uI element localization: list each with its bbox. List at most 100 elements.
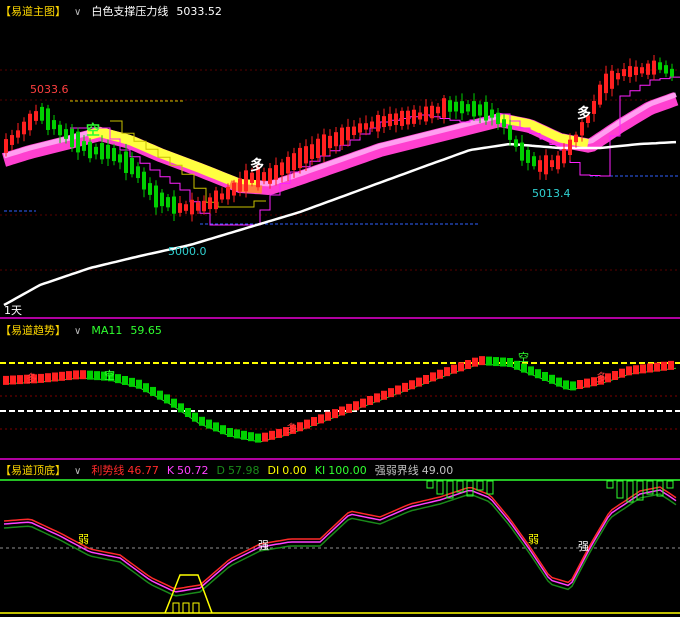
trend-bar xyxy=(17,375,23,385)
candle-body xyxy=(220,193,224,200)
trend-bar xyxy=(577,380,583,389)
candle-body xyxy=(316,138,320,159)
candle-body xyxy=(646,63,650,75)
trend-bar xyxy=(549,374,555,384)
k-line xyxy=(3,489,677,593)
trend-bar xyxy=(73,370,79,380)
trend-bar xyxy=(269,430,275,440)
candle-body xyxy=(520,142,524,161)
candle-body xyxy=(358,123,362,133)
signal-label: 多 xyxy=(596,370,607,384)
candle-body xyxy=(40,106,44,121)
candle-body xyxy=(526,149,530,163)
candle-body xyxy=(352,126,356,136)
candle-body xyxy=(424,106,428,122)
trend-bar xyxy=(157,390,163,400)
trend-bar xyxy=(80,370,86,380)
trend-bar xyxy=(332,409,338,419)
candle-body xyxy=(382,116,386,128)
trend-bar xyxy=(374,393,380,403)
candle-body xyxy=(64,129,68,139)
candle-body xyxy=(190,199,194,215)
candle-body xyxy=(622,69,626,77)
trend-bar xyxy=(346,403,352,413)
candle-body xyxy=(268,168,272,184)
candle-body xyxy=(538,160,542,172)
chart-window: 【易道主图】 ∨ 白色支撑压力线 5033.52 【易道趋势】 ∨ MA11 59.65 【… xyxy=(0,0,680,617)
signal-label: 强 xyxy=(578,540,589,553)
trend-bar xyxy=(297,422,303,432)
candle-body xyxy=(58,124,62,136)
candle-body xyxy=(244,170,248,192)
candle-body xyxy=(436,106,440,114)
trend-bar xyxy=(360,398,366,408)
trend-bar xyxy=(388,388,394,398)
candle-body xyxy=(46,108,50,130)
trend-bar xyxy=(52,372,58,382)
candle-body xyxy=(364,123,368,130)
trend-bar xyxy=(185,408,191,417)
trend-bar xyxy=(423,375,429,384)
trend-bar xyxy=(409,380,415,390)
candle-body xyxy=(406,110,410,125)
trend-bar xyxy=(661,361,667,371)
candle-body xyxy=(28,113,32,131)
candle-body xyxy=(484,101,488,121)
candle-body xyxy=(160,192,164,207)
candle-body xyxy=(76,131,80,153)
ki-bar xyxy=(436,480,444,495)
trend-bar xyxy=(465,360,471,369)
period-label[interactable]: 1天 xyxy=(4,304,22,317)
signal-label: 多 xyxy=(250,157,264,174)
candle-body xyxy=(304,146,308,164)
candle-body xyxy=(208,197,212,210)
candle-body xyxy=(322,134,326,156)
candle-body xyxy=(346,126,350,141)
signal-label: 多 xyxy=(286,421,297,435)
trend-bar xyxy=(192,412,198,422)
trend-bar xyxy=(325,411,331,421)
main-pane: 空多多 xyxy=(0,54,680,307)
candle-body xyxy=(628,66,632,77)
candle-body xyxy=(226,186,230,200)
signal-label: 空 xyxy=(104,368,115,382)
candle-body xyxy=(412,109,416,124)
candle-body xyxy=(580,122,584,136)
candle-body xyxy=(70,128,74,148)
ki-bar xyxy=(476,480,484,491)
trend-bar xyxy=(255,433,261,443)
candle-body xyxy=(454,101,458,112)
bottom-pane: 弱强弱强 xyxy=(0,479,680,614)
price-label-high: 5033.6 xyxy=(30,83,69,96)
trend-bar xyxy=(318,414,324,424)
candle-body xyxy=(106,144,110,159)
candle-body xyxy=(490,109,494,118)
trend-bar xyxy=(199,416,205,426)
trend-bar xyxy=(381,390,387,400)
ki-bar xyxy=(426,480,434,489)
candle-body xyxy=(196,202,200,211)
candle-body xyxy=(442,98,446,118)
candle-body xyxy=(574,134,578,143)
candle-body xyxy=(22,121,26,135)
ki-bar xyxy=(486,480,494,495)
candle-body xyxy=(478,104,482,116)
trend-bar xyxy=(444,367,450,377)
trend-pane: 多空多空多 xyxy=(0,350,680,443)
trend-bar xyxy=(479,356,485,366)
candle-body xyxy=(370,121,374,129)
trend-bar xyxy=(227,428,233,437)
candle-body xyxy=(118,154,122,163)
trend-bar xyxy=(437,369,443,379)
trend-bar xyxy=(570,381,576,391)
candle-body xyxy=(430,105,434,119)
candle-body xyxy=(52,120,56,130)
di-bar xyxy=(172,602,180,614)
di-bar xyxy=(192,602,200,614)
candle-body xyxy=(556,155,560,170)
trend-bar xyxy=(10,375,16,385)
trend-bar xyxy=(94,371,100,381)
signal-label: 空 xyxy=(518,350,529,364)
trend-bar xyxy=(458,362,464,372)
signal-label: 空 xyxy=(86,122,100,139)
